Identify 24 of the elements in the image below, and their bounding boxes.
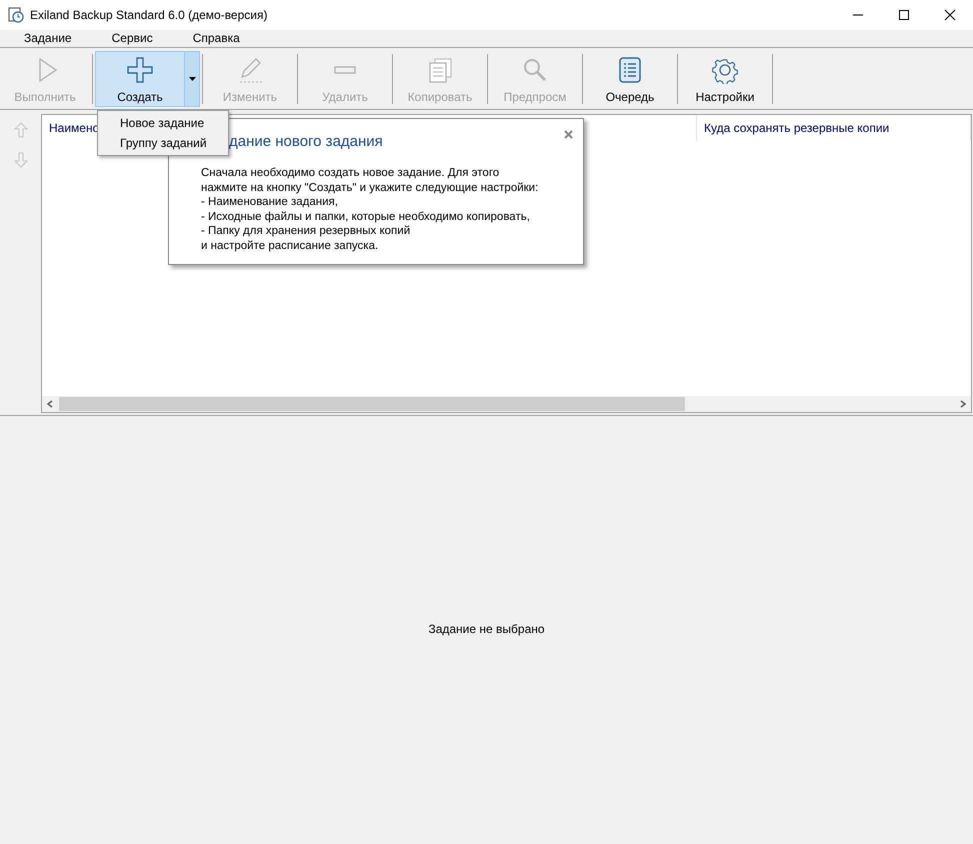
menu-item[interactable]: Сервис bbox=[88, 30, 169, 47]
menu-item[interactable]: Группу заданий bbox=[98, 133, 228, 153]
toolbar-button[interactable]: Очередь bbox=[585, 51, 675, 107]
scrollbar-thumb[interactable] bbox=[59, 397, 685, 411]
app-icon bbox=[8, 7, 24, 23]
down-arrow-icon[interactable] bbox=[14, 152, 28, 168]
menu-item[interactable]: Новое задание bbox=[98, 113, 228, 133]
search-icon bbox=[521, 56, 549, 84]
dropdown-button[interactable] bbox=[185, 51, 200, 107]
up-arrow-icon[interactable] bbox=[14, 122, 28, 138]
window-title: Exiland Backup Standard 6.0 (демо-версия) bbox=[30, 7, 268, 24]
caret-icon bbox=[188, 77, 196, 81]
tip-title: дание нового задания bbox=[229, 132, 383, 152]
plus-icon bbox=[126, 56, 154, 84]
menu-item[interactable]: Справка bbox=[168, 30, 256, 47]
settings-icon bbox=[711, 56, 739, 84]
status-message: Задание не выбрано bbox=[428, 621, 545, 638]
column-header[interactable]: Куда сохранять резервные копии bbox=[697, 115, 971, 141]
tip-text: Сначала необходимо создать новое задание. Для этого нажмите на кнопку "Создать" и укажите следующие настройки: - Наименование задания, - Исходные файлы и папки, которые необходимо копировать, - Папку для хранения резервных копий и настройте расписание запуска. bbox=[201, 166, 538, 254]
toolbar-button[interactable]: Настройки bbox=[680, 51, 770, 107]
minus-icon bbox=[334, 66, 356, 74]
menu-item[interactable]: Задание bbox=[0, 30, 88, 47]
horizontal-scrollbar[interactable] bbox=[42, 396, 971, 412]
toolbar-button[interactable]: Создать bbox=[95, 51, 185, 107]
